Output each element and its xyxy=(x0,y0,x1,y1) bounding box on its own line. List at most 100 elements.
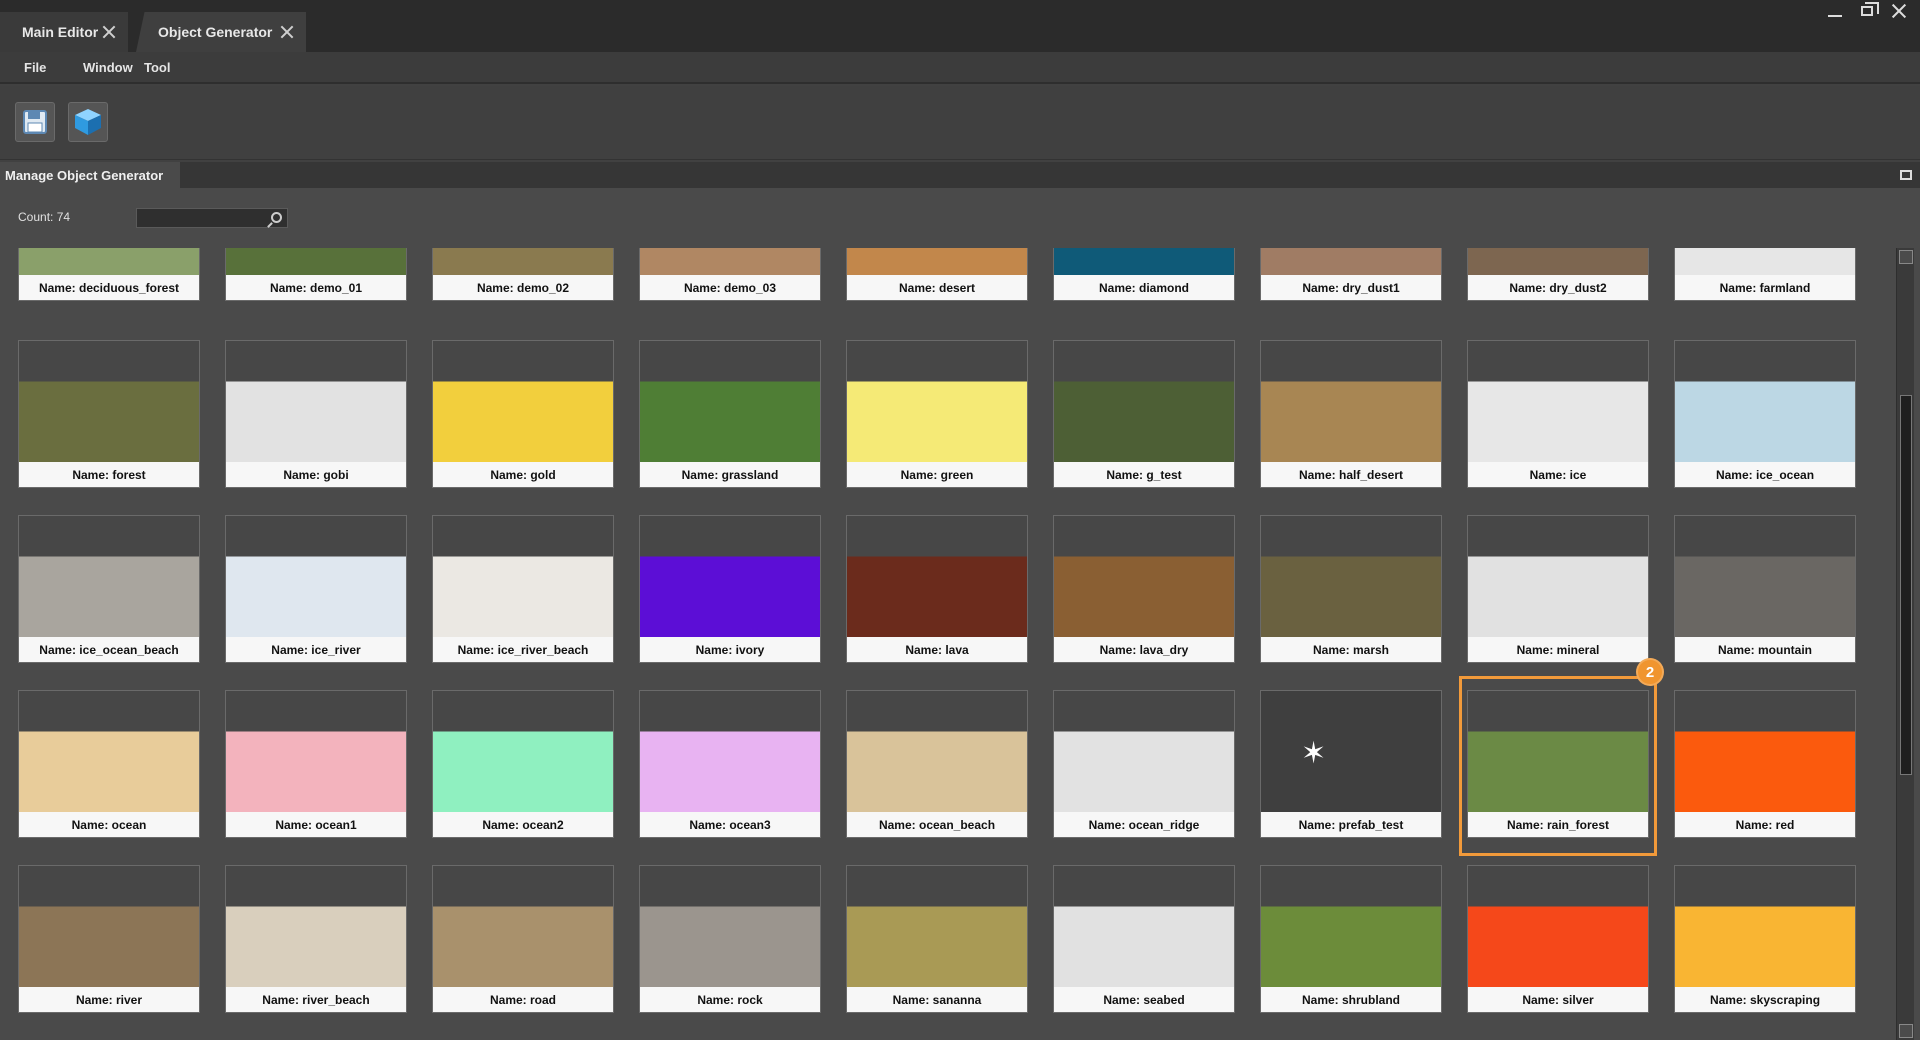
close-icon[interactable] xyxy=(280,25,294,39)
close-icon[interactable] xyxy=(102,25,116,39)
object-tile[interactable]: Name: farmland xyxy=(1674,248,1856,301)
object-name-label: Name: ocean2 xyxy=(433,812,613,837)
object-generator-button[interactable] xyxy=(68,102,108,142)
object-tile[interactable]: Name: gold xyxy=(432,340,614,488)
tab-object-generator[interactable]: Object Generator xyxy=(136,12,306,52)
object-name-label: Name: farmland xyxy=(1675,275,1855,300)
object-tile[interactable]: Name: skyscraping xyxy=(1674,865,1856,1013)
object-thumbnail xyxy=(1261,516,1441,637)
object-name-label: Name: ice_river xyxy=(226,637,406,662)
scroll-thumb[interactable] xyxy=(1900,395,1912,775)
object-tile[interactable]: Name: demo_01 xyxy=(225,248,407,301)
object-tile[interactable]: Name: ice_river xyxy=(225,515,407,663)
object-tile[interactable]: Name: half_desert xyxy=(1260,340,1442,488)
object-name-label: Name: ocean3 xyxy=(640,812,820,837)
object-name-label: Name: ice_ocean xyxy=(1675,462,1855,487)
object-tile[interactable]: Name: grassland xyxy=(639,340,821,488)
restore-icon xyxy=(1861,2,1879,16)
search-input[interactable] xyxy=(136,208,288,228)
object-tile[interactable]: Name: ice xyxy=(1467,340,1649,488)
menu-window[interactable]: Window xyxy=(83,60,133,75)
scroll-up-button[interactable] xyxy=(1899,250,1913,264)
object-name-label: Name: g_test xyxy=(1054,462,1234,487)
object-tile[interactable]: Name: desert xyxy=(846,248,1028,301)
object-tile[interactable]: Name: forest xyxy=(18,340,200,488)
object-name-label: Name: diamond xyxy=(1054,275,1234,300)
object-tile[interactable]: Name: ice_ocean xyxy=(1674,340,1856,488)
object-tile[interactable]: Name: ocean_ridge xyxy=(1053,690,1235,838)
object-tile[interactable]: Name: river_beach xyxy=(225,865,407,1013)
object-name-label: Name: ivory xyxy=(640,637,820,662)
panel-title[interactable]: Manage Object Generator xyxy=(0,162,180,188)
object-thumbnail xyxy=(1261,248,1441,275)
object-tile[interactable]: Name: lava_dry xyxy=(1053,515,1235,663)
object-thumbnail xyxy=(1468,866,1648,987)
object-tile[interactable]: Name: ocean1 xyxy=(225,690,407,838)
object-tile[interactable]: Name: demo_03 xyxy=(639,248,821,301)
close-window-button[interactable] xyxy=(1884,0,1914,22)
object-tile[interactable]: Name: red xyxy=(1674,690,1856,838)
object-name-label: Name: demo_01 xyxy=(226,275,406,300)
object-thumbnail xyxy=(1054,341,1234,462)
object-tile[interactable]: Name: diamond xyxy=(1053,248,1235,301)
object-tile[interactable]: Name: silver xyxy=(1467,865,1649,1013)
object-tile[interactable]: Name: shrubland xyxy=(1260,865,1442,1013)
object-name-label: Name: sananna xyxy=(847,987,1027,1012)
object-tile[interactable]: Name: demo_02 xyxy=(432,248,614,301)
save-button[interactable] xyxy=(15,102,55,142)
object-name-label: Name: ice_ocean_beach xyxy=(19,637,199,662)
object-tile[interactable]: Name: road xyxy=(432,865,614,1013)
object-name-label: Name: road xyxy=(433,987,613,1012)
object-thumbnail xyxy=(847,341,1027,462)
object-tile[interactable]: Name: g_test xyxy=(1053,340,1235,488)
object-tile[interactable]: Name: river xyxy=(18,865,200,1013)
object-tile[interactable]: Name: lava xyxy=(846,515,1028,663)
object-tile[interactable]: ✶ Name: prefab_test xyxy=(1260,690,1442,838)
search-icon[interactable] xyxy=(271,212,282,223)
object-tile[interactable]: Name: green xyxy=(846,340,1028,488)
object-name-label: Name: river_beach xyxy=(226,987,406,1012)
object-thumbnail xyxy=(1468,341,1648,462)
object-tile[interactable]: Name: sananna xyxy=(846,865,1028,1013)
object-tile[interactable]: Name: mineral xyxy=(1467,515,1649,663)
menu-tool[interactable]: Tool xyxy=(144,60,170,75)
object-thumbnail xyxy=(1468,248,1648,275)
object-tile[interactable]: Name: dry_dust2 xyxy=(1467,248,1649,301)
object-tile[interactable]: Name: rain_forest xyxy=(1467,690,1649,838)
menu-file[interactable]: File xyxy=(24,60,46,75)
object-tile[interactable]: Name: ocean xyxy=(18,690,200,838)
object-tile[interactable]: Name: seabed xyxy=(1053,865,1235,1013)
object-tile[interactable]: Name: ocean_beach xyxy=(846,690,1028,838)
object-thumbnail xyxy=(640,691,820,812)
object-tile[interactable]: Name: ocean3 xyxy=(639,690,821,838)
object-tile[interactable]: Name: marsh xyxy=(1260,515,1442,663)
cube-icon xyxy=(75,109,101,135)
object-tile[interactable]: Name: gobi xyxy=(225,340,407,488)
object-thumbnail xyxy=(1675,341,1855,462)
pin-icon[interactable] xyxy=(1900,170,1912,180)
toolbar xyxy=(0,86,1920,160)
restore-button[interactable] xyxy=(1852,0,1882,22)
object-tile[interactable]: Name: rock xyxy=(639,865,821,1013)
tab-main-editor[interactable]: Main Editor xyxy=(0,12,128,52)
object-tile[interactable]: Name: ocean2 xyxy=(432,690,614,838)
object-thumbnail xyxy=(19,516,199,637)
object-name-label: Name: demo_03 xyxy=(640,275,820,300)
minimize-button[interactable] xyxy=(1820,0,1850,22)
object-thumbnail xyxy=(433,691,613,812)
object-thumbnail xyxy=(433,341,613,462)
object-tile[interactable]: Name: ice_river_beach xyxy=(432,515,614,663)
object-tile[interactable]: Name: ice_ocean_beach xyxy=(18,515,200,663)
vertical-scrollbar[interactable] xyxy=(1896,248,1914,1040)
object-tile[interactable]: Name: dry_dust1 xyxy=(1260,248,1442,301)
object-grid: Name: deciduous_forest Name: demo_01 Name:… xyxy=(18,248,1863,1040)
object-tile[interactable]: Name: mountain xyxy=(1674,515,1856,663)
object-tile[interactable]: Name: deciduous_forest xyxy=(18,248,200,301)
object-tile[interactable]: Name: ivory xyxy=(639,515,821,663)
object-thumbnail xyxy=(640,248,820,275)
object-thumbnail xyxy=(226,691,406,812)
object-name-label: Name: mineral xyxy=(1468,637,1648,662)
object-thumbnail xyxy=(226,248,406,275)
scroll-down-button[interactable] xyxy=(1899,1024,1913,1038)
object-name-label: Name: deciduous_forest xyxy=(19,275,199,300)
